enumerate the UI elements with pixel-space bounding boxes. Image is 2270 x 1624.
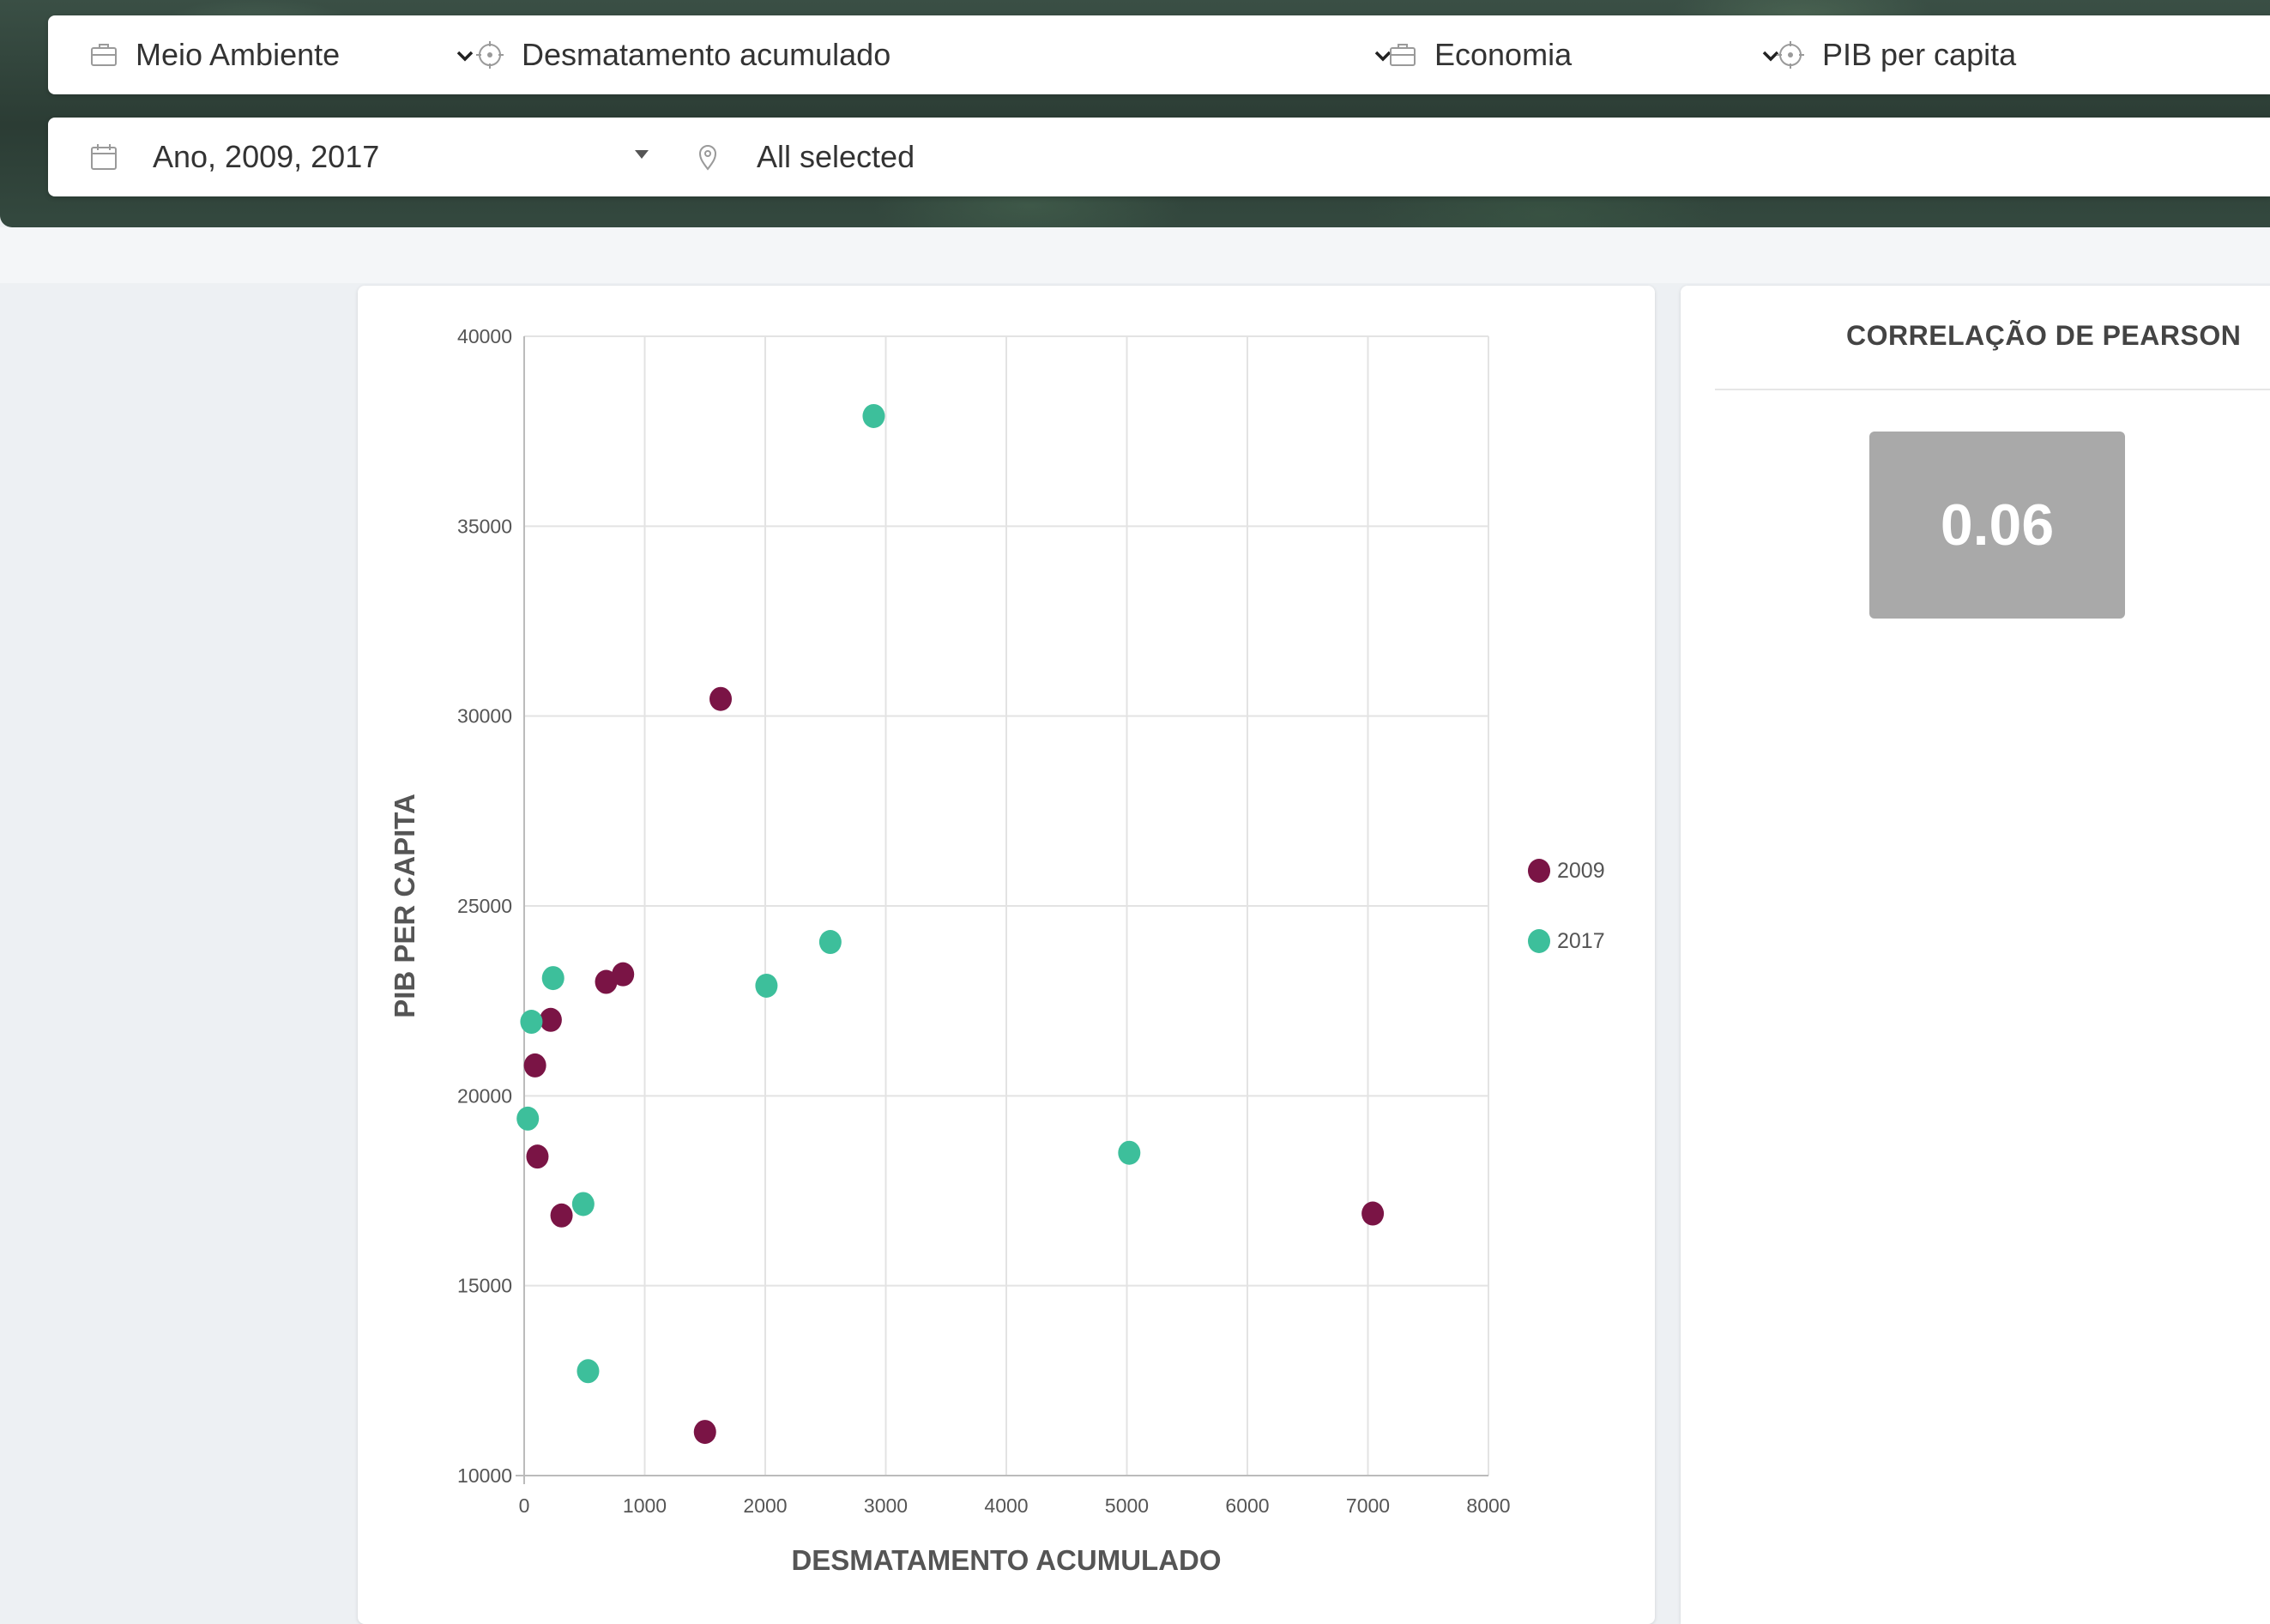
location-label: All selected bbox=[757, 139, 915, 174]
indicator1-select[interactable]: Desmatamento acumulado bbox=[475, 15, 1402, 94]
scatter-point-2017 bbox=[1118, 1140, 1141, 1165]
y-tick-label: 25000 bbox=[457, 895, 512, 917]
briefcase-icon bbox=[91, 44, 117, 66]
scatter-point-2009 bbox=[1361, 1201, 1385, 1226]
scatter-point-2017 bbox=[755, 973, 778, 998]
theme1-label: Meio Ambiente bbox=[136, 37, 341, 72]
pearson-value-box: 0.06 bbox=[1869, 432, 2125, 619]
legend-label-2017: 2017 bbox=[1557, 929, 1605, 953]
legend-marker-2017 bbox=[1528, 929, 1550, 953]
y-tick-label: 40000 bbox=[457, 325, 512, 347]
x-tick-label: 1000 bbox=[623, 1494, 667, 1517]
pearson-title: CORRELAÇÃO DE PEARSON bbox=[1846, 320, 2242, 351]
scatter-point-2017 bbox=[520, 1010, 543, 1035]
y-tick-label: 30000 bbox=[457, 705, 512, 727]
scatter-point-2017 bbox=[862, 403, 885, 428]
divider bbox=[1715, 389, 2270, 390]
scatter-point-2009 bbox=[595, 969, 618, 994]
x-tick-label: 4000 bbox=[984, 1494, 1028, 1517]
pearson-card: CORRELAÇÃO DE PEARSON 0.06 bbox=[1681, 286, 2270, 1624]
indicator2-label: PIB per capita bbox=[1822, 37, 2017, 72]
scatter-chart: 0 1000 2000 3000 4000 5000 6000 7000 8000 10000 15… bbox=[389, 325, 1605, 1576]
legend-marker-2009 bbox=[1528, 859, 1550, 883]
scatter-point-2009 bbox=[693, 1420, 716, 1445]
chevron-down-icon bbox=[456, 51, 474, 62]
scatter-point-2017 bbox=[571, 1192, 595, 1216]
scatter-point-2009 bbox=[550, 1203, 573, 1228]
indicator-filter-bar: Meio Ambiente Desmatamento acumulado Eco… bbox=[48, 15, 2270, 94]
period-label: Ano, 2009, 2017 bbox=[153, 139, 380, 174]
scatter-point-2017 bbox=[516, 1106, 540, 1131]
x-tick-label: 0 bbox=[519, 1494, 530, 1517]
location-select[interactable]: All selected bbox=[693, 118, 1208, 196]
scatter-point-2017 bbox=[818, 930, 842, 955]
x-tick-label: 7000 bbox=[1346, 1494, 1390, 1517]
y-tick-label: 20000 bbox=[457, 1084, 512, 1107]
theme2-label: Economia bbox=[1434, 37, 1573, 72]
scatter-chart-card: 0 1000 2000 3000 4000 5000 6000 7000 8000 10000 15… bbox=[358, 286, 1655, 1624]
indicator1-label: Desmatamento acumulado bbox=[522, 37, 891, 72]
scatter-point-2009 bbox=[539, 1007, 562, 1032]
indicator2-select[interactable]: PIB per capita bbox=[1776, 15, 2270, 94]
period-select[interactable]: Ano, 2009, 2017 bbox=[89, 118, 673, 196]
x-tick-label: 6000 bbox=[1225, 1494, 1269, 1517]
caret-down-icon bbox=[635, 150, 649, 159]
y-tick-label: 15000 bbox=[457, 1275, 512, 1297]
scatter-point-2009 bbox=[523, 1053, 546, 1078]
period-location-filter-bar: Ano, 2009, 2017 All selected bbox=[48, 118, 2270, 196]
scatter-point-2017 bbox=[541, 966, 564, 991]
y-axis-title: PIB PER CAPITA bbox=[389, 794, 420, 1018]
scatter-point-2017 bbox=[577, 1359, 600, 1384]
briefcase-icon bbox=[1390, 44, 1416, 66]
legend-label-2009: 2009 bbox=[1557, 859, 1605, 883]
crosshair-icon bbox=[1777, 41, 1804, 69]
calendar-icon bbox=[91, 144, 117, 170]
page-band bbox=[0, 227, 2270, 283]
x-tick-label: 8000 bbox=[1466, 1494, 1510, 1517]
x-tick-label: 5000 bbox=[1105, 1494, 1149, 1517]
scatter-point-2009 bbox=[526, 1144, 549, 1169]
x-axis-title: DESMATAMENTO ACUMULADO bbox=[791, 1544, 1221, 1576]
crosshair-icon bbox=[476, 41, 504, 69]
y-tick-label: 35000 bbox=[457, 515, 512, 537]
x-tick-label: 3000 bbox=[864, 1494, 908, 1517]
x-tick-label: 2000 bbox=[743, 1494, 787, 1517]
scatter-point-2009 bbox=[709, 686, 733, 711]
map-pin-icon bbox=[698, 145, 717, 171]
theme2-select[interactable]: Economia bbox=[1388, 15, 1783, 94]
theme1-select[interactable]: Meio Ambiente bbox=[89, 15, 484, 94]
y-tick-label: 10000 bbox=[457, 1464, 512, 1487]
